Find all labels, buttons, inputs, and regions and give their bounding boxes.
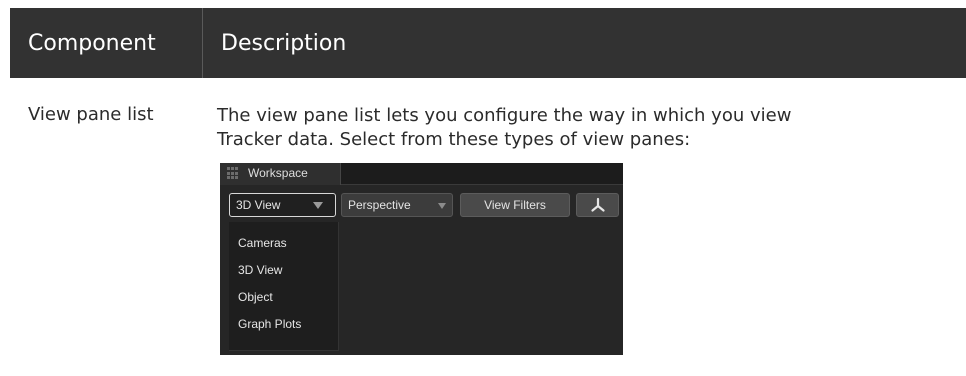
tab-workspace[interactable]: Workspace	[220, 163, 341, 185]
dropdown-item-object[interactable]: Object	[238, 290, 273, 304]
description-line-2: Tracker data. Select from these types of…	[217, 129, 691, 150]
header-component: Component	[28, 30, 156, 56]
tab-bar: Workspace	[220, 163, 623, 185]
component-description: The view pane list lets you configure th…	[217, 104, 937, 152]
table-header-row: Component Description	[10, 8, 966, 78]
axis-icon	[590, 197, 605, 212]
dropdown-item-3d-view[interactable]: 3D View	[238, 263, 282, 277]
embedded-ui-screenshot: Workspace 3D View Perspective View Filte…	[220, 163, 623, 355]
perspective-select[interactable]: Perspective	[341, 193, 453, 217]
view-filters-button[interactable]: View Filters	[460, 193, 570, 217]
component-name: View pane list	[28, 104, 154, 125]
header-description: Description	[221, 30, 347, 56]
description-line-1: The view pane list lets you configure th…	[217, 105, 792, 126]
chevron-down-icon	[438, 203, 446, 209]
view-pane-select[interactable]: 3D View	[229, 193, 336, 217]
axis-button[interactable]	[576, 193, 619, 217]
view-filters-label: View Filters	[484, 198, 546, 212]
tab-workspace-label: Workspace	[248, 166, 308, 180]
view-pane-select-value: 3D View	[236, 198, 281, 212]
perspective-select-value: Perspective	[348, 198, 411, 212]
chevron-down-icon	[313, 202, 323, 209]
dropdown-item-cameras[interactable]: Cameras	[238, 236, 287, 250]
grid-icon	[227, 167, 240, 180]
view-toolbar: 3D View Perspective View Filters	[220, 186, 623, 222]
view-pane-dropdown: Cameras 3D View Object Graph Plots	[229, 222, 339, 351]
dropdown-item-graph-plots[interactable]: Graph Plots	[238, 317, 301, 331]
